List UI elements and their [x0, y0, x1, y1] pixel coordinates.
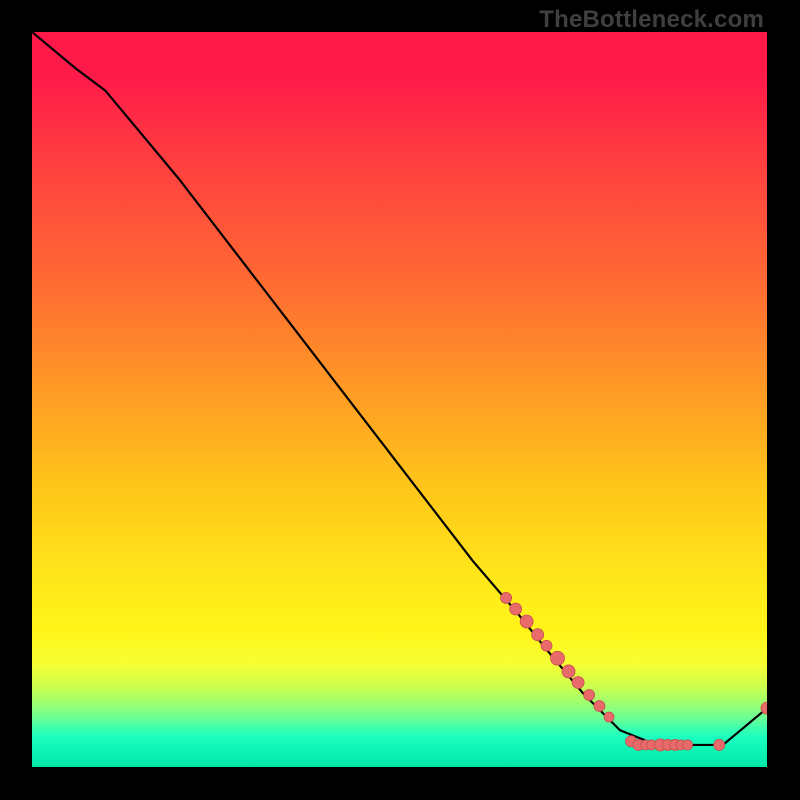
- curve-markers: [501, 592, 767, 751]
- data-point: [604, 712, 614, 722]
- data-point: [532, 629, 544, 641]
- plot-area: [32, 32, 767, 767]
- data-point: [541, 640, 552, 651]
- watermark-text: TheBottleneck.com: [539, 6, 764, 34]
- data-point: [572, 676, 584, 688]
- data-point: [551, 651, 565, 665]
- data-point: [594, 701, 605, 712]
- curve-line: [32, 32, 767, 745]
- chart-svg: [32, 32, 767, 767]
- data-point: [714, 739, 725, 750]
- chart-frame: TheBottleneck.com: [0, 0, 800, 800]
- data-point: [562, 665, 575, 678]
- data-point: [683, 740, 693, 750]
- data-point: [584, 689, 595, 700]
- data-point: [520, 615, 533, 628]
- data-point: [510, 603, 522, 615]
- data-point: [501, 592, 512, 603]
